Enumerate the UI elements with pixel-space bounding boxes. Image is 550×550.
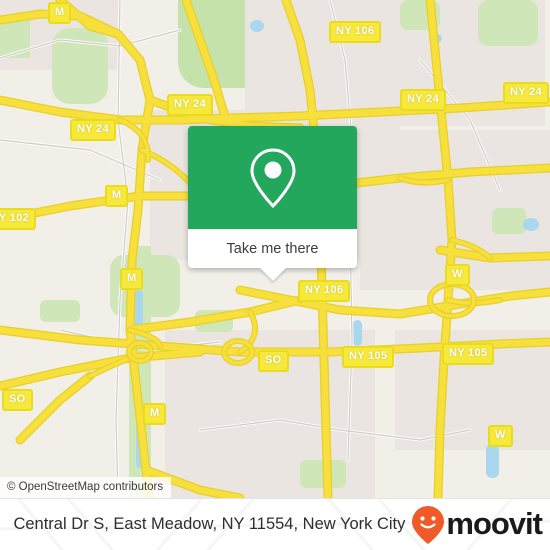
route-shield: W	[488, 425, 513, 447]
bottom-info-bar: Central Dr S, East Meadow, NY 11554, New…	[0, 498, 550, 550]
route-shield: SO	[258, 350, 289, 372]
moovit-wordmark: moovit	[446, 506, 543, 541]
route-shield: NY 24	[167, 94, 213, 116]
take-me-there-button[interactable]: Take me there	[188, 229, 357, 268]
location-address: Central Dr S, East Meadow, NY 11554, New…	[13, 515, 406, 533]
callout-image	[188, 126, 357, 229]
map-screenshot: M NY 106 NY 24 NY 24 NY 24 NY 24 M Y 102…	[0, 0, 550, 550]
route-shield: W	[445, 264, 470, 286]
route-shield: NY 24	[503, 82, 549, 104]
route-shield: NY 105	[442, 343, 495, 365]
route-shield: M	[120, 268, 144, 290]
location-callout-card[interactable]: Take me there	[188, 126, 357, 281]
route-shield: NY 106	[298, 280, 351, 302]
map-pin-icon	[249, 147, 296, 208]
route-shield: Y 102	[0, 208, 37, 230]
route-shield: NY 24	[400, 89, 446, 111]
map-canvas[interactable]: M NY 106 NY 24 NY 24 NY 24 NY 24 M Y 102…	[0, 0, 550, 498]
route-shield: M	[105, 185, 129, 207]
callout-tail	[259, 268, 286, 281]
moovit-smiley-pin-icon	[412, 505, 445, 544]
moovit-logo[interactable]: moovit	[411, 505, 543, 545]
route-shield: SO	[2, 389, 33, 411]
map-attribution[interactable]: © OpenStreetMap contributors	[0, 477, 172, 498]
route-shield: M	[48, 2, 72, 24]
route-shield: M	[143, 403, 167, 425]
route-shield: NY 24	[70, 119, 116, 141]
route-shield: NY 105	[342, 346, 395, 368]
route-shield: NY 106	[329, 21, 382, 43]
callout-body: Take me there	[188, 126, 357, 268]
